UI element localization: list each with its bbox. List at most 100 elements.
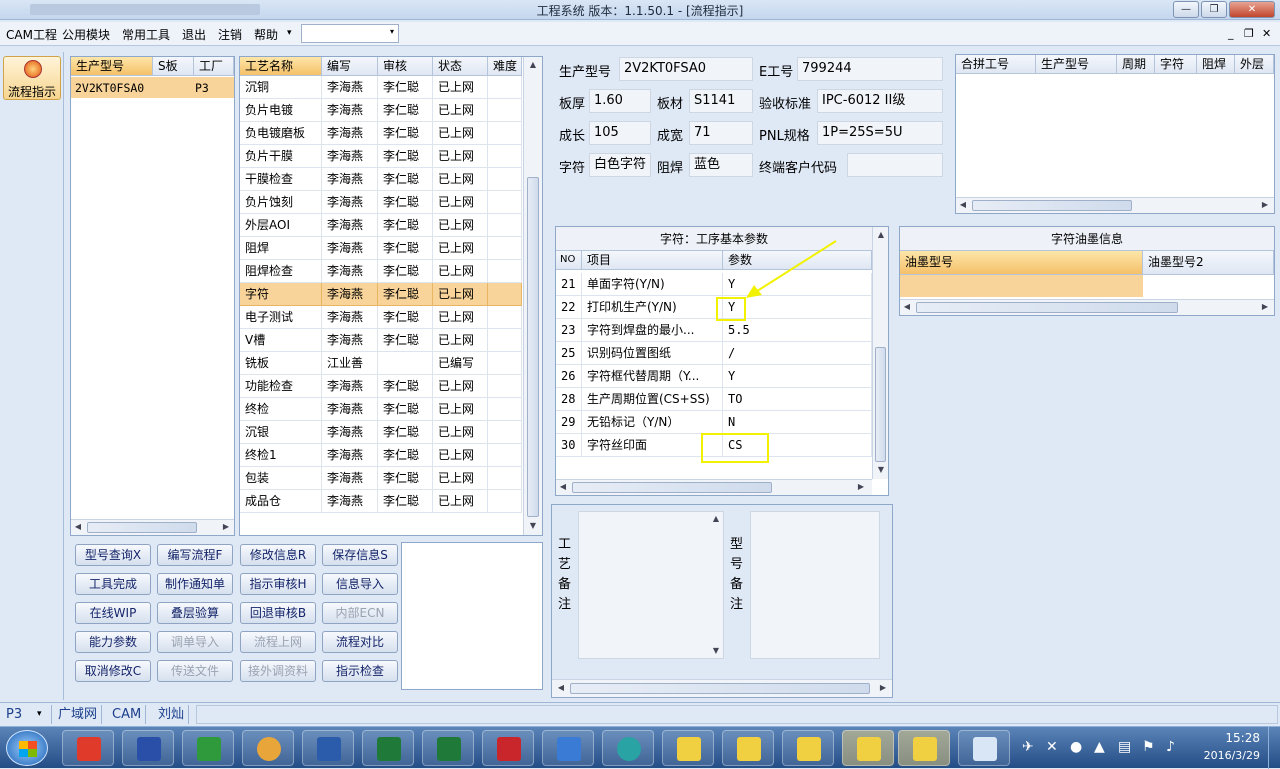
col-outer[interactable]: 外层 — [1235, 55, 1274, 74]
action-button[interactable]: 流程对比 — [322, 631, 398, 653]
process-row[interactable]: 干膜检查 李海燕 李仁聪 已上网 — [240, 168, 522, 191]
taskbar-app[interactable] — [422, 730, 474, 766]
taskbar-app[interactable] — [782, 730, 834, 766]
close-button[interactable]: ✕ — [1229, 1, 1275, 18]
merge-hscroll[interactable]: ◀ ▶ — [956, 197, 1274, 213]
taskbar-app[interactable] — [722, 730, 774, 766]
model-row[interactable]: 2V2KT0FSA0 P3 — [71, 77, 234, 98]
col-cycle[interactable]: 周期 — [1117, 55, 1155, 74]
action-button[interactable]: 能力参数 — [75, 631, 151, 653]
col-merge-model[interactable]: 生产型号 — [1036, 55, 1117, 74]
menu-exit[interactable]: 退出 — [182, 26, 206, 43]
restore-button[interactable]: ❐ — [1201, 1, 1227, 18]
col-difficulty[interactable]: 难度 — [488, 57, 522, 76]
model-remarks-box[interactable] — [750, 511, 880, 659]
col-s-board[interactable]: S板 — [153, 57, 194, 76]
col-merge-mask[interactable]: 阻焊 — [1197, 55, 1235, 74]
process-row[interactable]: 沉银 李海燕 李仁聪 已上网 — [240, 421, 522, 444]
action-button[interactable]: 传送文件 — [157, 660, 233, 682]
taskbar-app[interactable] — [958, 730, 1010, 766]
clock-time[interactable]: 15:28 — [1196, 731, 1260, 745]
field-standard[interactable]: IPC-6012 II级 — [817, 89, 943, 113]
action-button[interactable]: 调单导入 — [157, 631, 233, 653]
param-row[interactable]: 23 字符到焊盘的最小... 5.5 — [556, 319, 872, 342]
action-button[interactable]: 指示检查 — [322, 660, 398, 682]
taskbar-app-active[interactable] — [842, 730, 894, 766]
action-button[interactable]: 取消修改C — [75, 660, 151, 682]
param-row[interactable]: 28 生产周期位置(CS+SS) TO — [556, 388, 872, 411]
scroll-thumb[interactable] — [972, 200, 1132, 211]
taskbar-app[interactable] — [542, 730, 594, 766]
network-icon[interactable]: ▤ — [1118, 739, 1131, 755]
process-row[interactable]: 阻焊检查 李海燕 李仁聪 已上网 — [240, 260, 522, 283]
remarks-hscroll[interactable]: ◀ ▶ — [552, 679, 892, 697]
field-model[interactable]: 2V2KT0FSA0 — [619, 57, 753, 81]
field-eno[interactable]: 799244 — [797, 57, 943, 81]
scroll-thumb[interactable] — [572, 482, 772, 493]
field-thickness[interactable]: 1.60 — [589, 89, 651, 113]
taskbar-app[interactable] — [122, 730, 174, 766]
action-button[interactable]: 回退审核B — [240, 602, 316, 624]
col-ink-model2[interactable]: 油墨型号2 — [1143, 251, 1274, 275]
volume-icon[interactable]: ♪ — [1166, 739, 1175, 755]
process-row[interactable]: 字符 李海燕 李仁聪 已上网 — [240, 283, 522, 306]
taskbar-app[interactable] — [62, 730, 114, 766]
minimize-button[interactable]: — — [1173, 1, 1199, 18]
action-button[interactable]: 接外调资料 — [240, 660, 316, 682]
col-author[interactable]: 编写 — [322, 57, 378, 76]
params-vscroll[interactable]: ▲ ▼ — [872, 227, 888, 479]
model-hscroll[interactable]: ◀ ▶ — [71, 519, 234, 535]
menu-help[interactable]: 帮助 — [254, 26, 278, 43]
clock-date[interactable]: 2016/3/29 — [1186, 749, 1260, 762]
col-status[interactable]: 状态 — [433, 57, 488, 76]
process-row[interactable]: 终检 李海燕 李仁聪 已上网 — [240, 398, 522, 421]
show-desktop-button[interactable] — [1268, 727, 1280, 769]
col-no[interactable]: NO — [556, 251, 582, 270]
field-length[interactable]: 105 — [589, 121, 651, 145]
scroll-thumb[interactable] — [570, 683, 870, 694]
action-button[interactable]: 流程上网 — [240, 631, 316, 653]
menu-common-modules[interactable]: 公用模块 — [62, 26, 110, 43]
action-button[interactable]: 型号查询X — [75, 544, 151, 566]
process-row[interactable]: 成品仓 李海燕 李仁聪 已上网 — [240, 490, 522, 513]
mdi-minimize-button[interactable]: _ — [1228, 27, 1234, 40]
flag-icon[interactable]: ⚑ — [1142, 739, 1155, 755]
tray-app-icon[interactable]: ✕ — [1046, 739, 1058, 755]
status-factory[interactable]: P3 — [2, 705, 52, 724]
menu-logout[interactable]: 注销 — [218, 26, 242, 43]
col-model[interactable]: 生产型号 — [71, 57, 153, 76]
action-button[interactable]: 编写流程F — [157, 544, 233, 566]
process-row[interactable]: 负片电镀 李海燕 李仁聪 已上网 — [240, 99, 522, 122]
scroll-thumb[interactable] — [875, 347, 886, 462]
col-reviewer[interactable]: 审核 — [378, 57, 433, 76]
action-button[interactable]: 制作通知单 — [157, 573, 233, 595]
process-row[interactable]: 铣板 江业善 已编写 — [240, 352, 522, 375]
nav-flow-button[interactable]: 流程指示 — [3, 56, 61, 100]
taskbar-app[interactable] — [182, 730, 234, 766]
params-hscroll[interactable]: ◀ ▶ — [556, 479, 872, 495]
action-button[interactable]: 保存信息S — [322, 544, 398, 566]
taskbar-app[interactable] — [662, 730, 714, 766]
col-factory[interactable]: 工厂 — [194, 57, 234, 76]
field-customer[interactable] — [847, 153, 943, 177]
menu-cam[interactable]: CAM工程 — [6, 26, 57, 43]
process-row[interactable]: 包装 李海燕 李仁聪 已上网 — [240, 467, 522, 490]
action-button[interactable]: 内部ECN — [322, 602, 398, 624]
process-row[interactable]: 电子测试 李海燕 李仁聪 已上网 — [240, 306, 522, 329]
process-row[interactable]: 外层AOI 李海燕 李仁聪 已上网 — [240, 214, 522, 237]
taskbar-app[interactable] — [242, 730, 294, 766]
tray-app-icon[interactable]: ● — [1070, 739, 1082, 755]
ink-hscroll[interactable]: ◀ ▶ — [900, 299, 1274, 315]
mdi-close-button[interactable]: ✕ — [1262, 27, 1271, 40]
col-item[interactable]: 项目 — [582, 251, 723, 270]
field-material[interactable]: S1141 — [689, 89, 753, 113]
col-merge-no[interactable]: 合拼工号 — [956, 55, 1036, 74]
field-char[interactable]: 白色字符 — [589, 153, 651, 177]
process-row[interactable]: 负片蚀刻 李海燕 李仁聪 已上网 — [240, 191, 522, 214]
process-row[interactable]: 阻焊 李海燕 李仁聪 已上网 — [240, 237, 522, 260]
scroll-thumb[interactable] — [527, 177, 539, 517]
action-button[interactable]: 工具完成 — [75, 573, 151, 595]
scroll-thumb[interactable] — [87, 522, 197, 533]
taskbar-app[interactable] — [302, 730, 354, 766]
taskbar-app[interactable] — [362, 730, 414, 766]
